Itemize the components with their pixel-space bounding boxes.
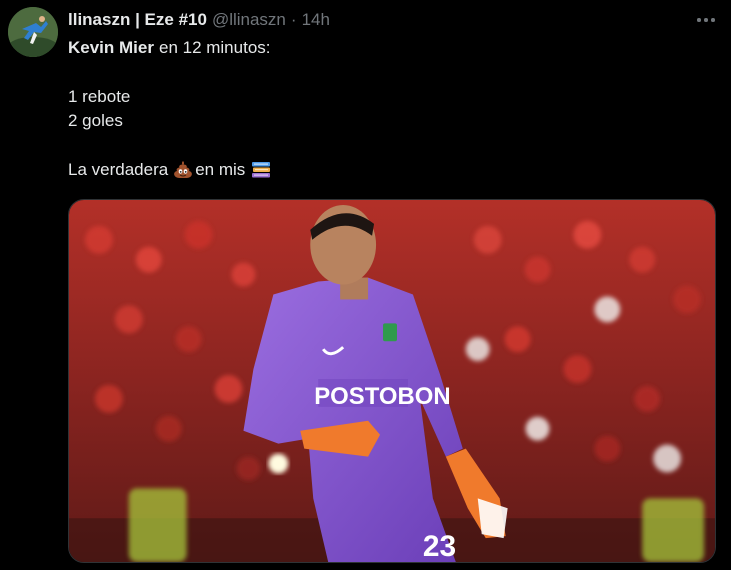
text-segment: en mis [195, 160, 246, 179]
text-segment: 1 rebote [68, 87, 131, 106]
jersey-number: 23 [423, 530, 456, 562]
more-options-icon[interactable] [695, 9, 717, 31]
tweet-text: Kevin Mier en 12 minutos: 1 rebote 2 gol… [68, 36, 272, 182]
text-line: La verdadera en mis [68, 158, 272, 182]
tweet-header: llinaszn | Eze #10 @llinaszn · 14h [68, 9, 330, 31]
separator-dot: · [290, 10, 297, 29]
text-segment: La verdadera [68, 160, 169, 179]
avatar[interactable] [8, 7, 58, 57]
text-segment: en 12 minutos: [158, 38, 271, 57]
text-line: 1 rebote [68, 85, 272, 109]
text-line: Kevin Mier en 12 minutos: [68, 36, 272, 60]
text-segment: 2 goles [68, 111, 123, 130]
jersey-sponsor: POSTOBON [314, 383, 450, 410]
player-name: Kevin Mier [68, 38, 154, 57]
user-handle[interactable]: @llinaszn [212, 10, 286, 30]
display-name[interactable]: llinaszn | Eze #10 [68, 10, 207, 30]
timestamp[interactable]: 14h [302, 10, 330, 30]
pile-of-poo-icon [172, 159, 194, 181]
books-icon [250, 159, 272, 181]
tweet-media-photo[interactable]: POSTOBON 23 [68, 199, 716, 563]
tweet: llinaszn | Eze #10 @llinaszn · 14h Kevin… [0, 0, 731, 570]
text-line: 2 goles [68, 109, 272, 133]
